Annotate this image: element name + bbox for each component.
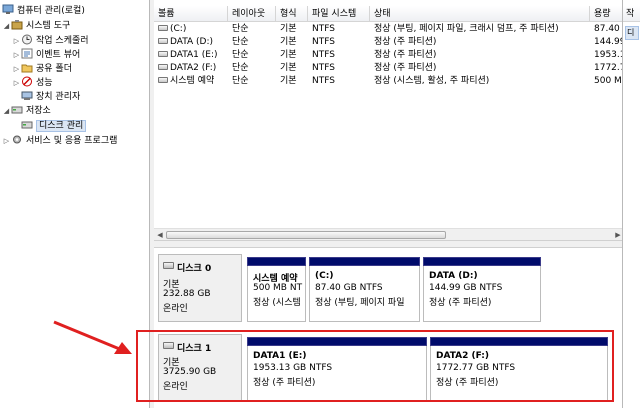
tree-item-event-viewer[interactable]: ▷ 이벤트 뷰어 [12,48,80,62]
highlight-box [136,330,614,402]
collapse-arrow-icon[interactable]: ◢ [2,19,11,33]
column-header-file-system[interactable]: 파일 시스템 [308,6,370,22]
column-header-type[interactable]: 형식 [276,6,308,22]
horizontal-scrollbar[interactable]: ◀ ▶ [154,228,624,240]
expand-arrow-icon[interactable]: ▷ [12,34,21,48]
disk-icon [163,262,174,269]
horizontal-scroll-thumb[interactable] [166,231,446,239]
tree-item-device-manager[interactable]: 장치 관리자 [21,90,80,104]
table-row[interactable]: (C:) 단순 기본 NTFS 정상 (부팅, 페이지 파일, 크래시 덤프, … [154,23,640,36]
pane-divider[interactable] [154,240,640,248]
event-viewer-icon [21,48,33,59]
table-row[interactable]: DATA (D:) 단순 기본 NTFS 정상 (주 파티션) 144.99 G [154,36,640,49]
performance-icon [21,76,33,87]
partition-cap [309,257,420,266]
column-header-volume[interactable]: 볼륨 [154,6,228,22]
expand-arrow-icon[interactable]: ▷ [12,76,21,90]
partition-c[interactable]: (C:) 87.40 GB NTFS 정상 (부팅, 페이지 파일 [309,257,420,322]
expand-arrow-icon[interactable]: ▷ [12,48,21,62]
expand-arrow-icon[interactable]: ▷ [2,134,11,148]
expand-arrow-icon[interactable]: ▷ [12,62,21,76]
tree-item-performance[interactable]: ▷ 성능 [12,76,53,90]
tree-item-task-scheduler[interactable]: ▷ 작업 스케줄러 [12,34,89,48]
tree-item-computer-management[interactable]: 컴퓨터 관리(로컬) [2,4,85,18]
collapse-arrow-icon[interactable]: ◢ [2,104,11,118]
disk-0-label[interactable]: 디스크 0 기본 232.88 GB 온라인 [158,254,242,322]
red-arrow-icon [53,320,132,354]
volume-icon [158,64,168,70]
partition-data-d[interactable]: DATA (D:) 144.99 GB NTFS 정상 (주 파티션) [423,257,541,322]
shared-folder-icon [21,62,33,73]
table-row[interactable]: DATA2 (F:) 단순 기본 NTFS 정상 (주 파티션) 1772.77 [154,62,640,75]
volume-icon [158,77,168,83]
volume-icon [158,25,168,31]
tools-icon [11,19,23,30]
disk-management-icon [21,119,33,130]
volume-list-header: 볼륨 레이아웃 형식 파일 시스템 상태 용량 [154,6,640,22]
column-header-layout[interactable]: 레이아웃 [228,6,276,22]
tree-item-disk-management[interactable]: 디스크 관리 [21,119,87,133]
partition-cap [423,257,541,266]
table-row[interactable]: 시스템 예약 단순 기본 NTFS 정상 (시스템, 활성, 주 파티션) 50… [154,75,640,88]
volume-icon [158,38,168,44]
tree-item-services-applications[interactable]: ▷ 서비스 및 응용 프로그램 [2,134,117,148]
actions-header: 작 [623,6,640,22]
tree-item-system-tools[interactable]: ◢ 시스템 도구 [2,19,70,33]
tree-item-shared-folders[interactable]: ▷ 공유 폴더 [12,62,72,76]
services-icon [11,134,23,145]
storage-icon [11,104,23,115]
clock-icon [21,34,33,45]
tree-item-storage[interactable]: ◢ 저장소 [2,104,51,118]
partition-system-reserved[interactable]: 시스템 예약 500 MB NT 정상 (시스템 [247,257,306,322]
device-manager-icon [21,90,33,101]
actions-pane: 작 디 [622,0,640,408]
actions-disk-management-item[interactable]: 디 [625,26,639,40]
column-header-status[interactable]: 상태 [370,6,590,22]
partition-cap [247,257,306,266]
volume-icon [158,51,168,57]
computer-icon [2,4,14,15]
table-row[interactable]: DATA1 (E:) 단순 기본 NTFS 정상 (주 파티션) 1953.13 [154,49,640,62]
